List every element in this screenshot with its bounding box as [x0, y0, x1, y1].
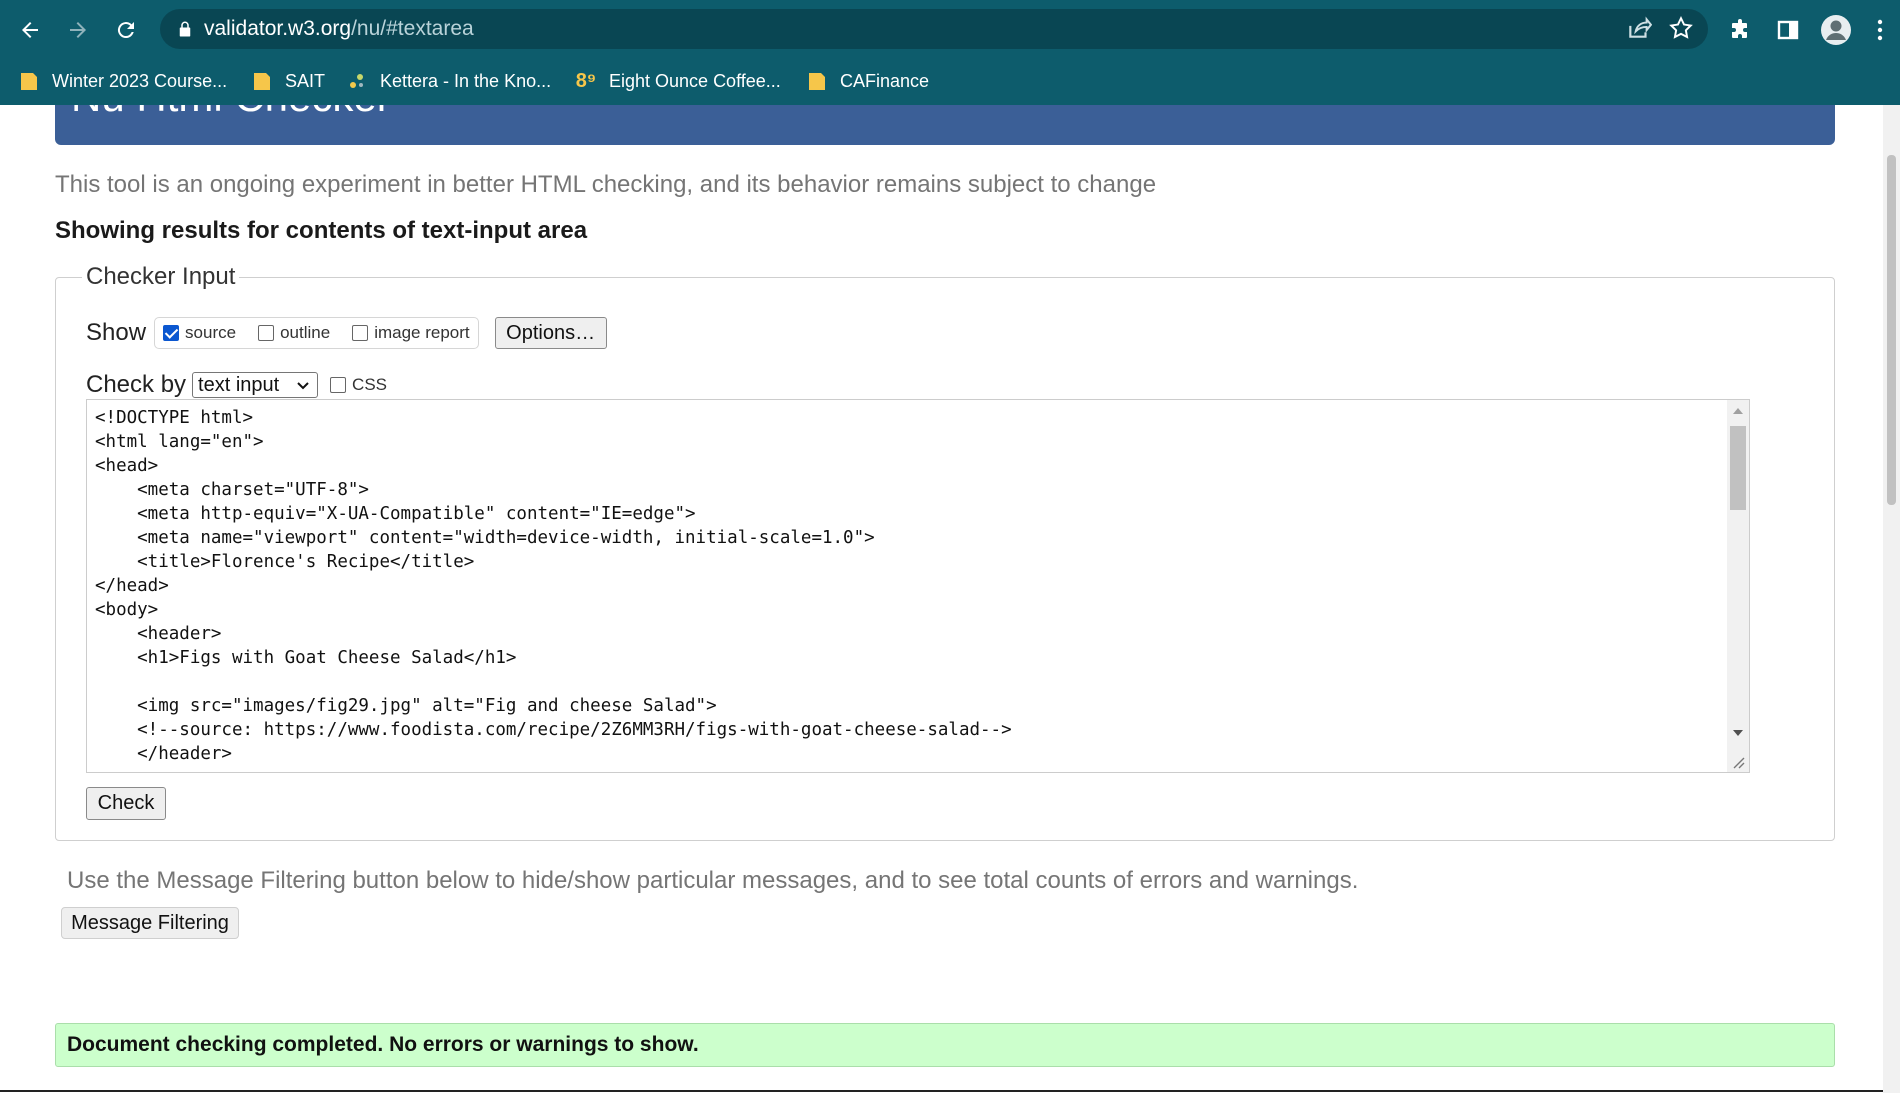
page-scroll-thumb[interactable]	[1887, 155, 1896, 505]
bookmarks-bar: Winter 2023 Course... SAIT Kettera - In …	[0, 58, 1900, 105]
reload-icon	[117, 22, 134, 39]
browser-menu-button[interactable]	[1868, 12, 1892, 48]
options-button[interactable]: Options…	[494, 317, 607, 349]
page-title: Nu Html Checker	[71, 105, 391, 121]
page-header: Nu Html Checker	[55, 105, 1835, 145]
results-heading: Showing results for contents of text-inp…	[55, 217, 588, 244]
eight-ounce-favicon: 8⁹	[575, 69, 597, 92]
textarea-scroll-thumb[interactable]	[1730, 426, 1746, 510]
side-panel-button[interactable]	[1770, 12, 1806, 48]
textarea-scrollbar[interactable]	[1727, 400, 1749, 772]
css-checkbox[interactable]	[330, 377, 347, 393]
forward-arrow-icon	[70, 22, 86, 38]
reload-button[interactable]	[108, 12, 144, 48]
tagline: This tool is an ongoing experiment in be…	[55, 171, 1157, 198]
address-bar[interactable]: validator.w3.org/nu/#textarea	[160, 9, 1708, 49]
bookmark-cafinance[interactable]: CAFinance	[806, 65, 929, 97]
back-button[interactable]	[12, 12, 48, 48]
outline-checkbox[interactable]	[258, 325, 275, 341]
check-by-value: text input	[198, 373, 280, 396]
browser-chrome: validator.w3.org/nu/#textarea Winter 202…	[0, 0, 1900, 105]
url-host: validator.w3.org	[204, 17, 352, 40]
check-button[interactable]: Check	[86, 787, 166, 820]
star-icon	[1669, 16, 1693, 39]
bottom-divider	[0, 1090, 1900, 1092]
image-report-checkbox[interactable]	[352, 325, 369, 341]
bookmark-star-button[interactable]	[1668, 15, 1694, 46]
page-viewport: Nu Html Checker This tool is an ongoing …	[0, 105, 1900, 1093]
success-message: Document checking completed. No errors o…	[55, 1023, 1835, 1067]
avatar-icon	[1821, 15, 1851, 45]
bookmark-label: Winter 2023 Course...	[52, 70, 228, 91]
checker-input-legend: Checker Input	[82, 263, 240, 291]
scroll-down-arrow-icon[interactable]	[1727, 724, 1749, 742]
message-filtering-button[interactable]: Message Filtering	[61, 907, 239, 939]
side-panel-icon	[1777, 20, 1799, 40]
folder-icon	[251, 70, 273, 92]
source-checkbox[interactable]	[163, 325, 180, 341]
bookmark-kettera[interactable]: Kettera - In the Kno...	[346, 65, 551, 97]
source-textarea[interactable]: <!DOCTYPE html> <html lang="en"> <head> …	[86, 399, 1750, 773]
scroll-up-arrow-icon[interactable]	[1727, 402, 1749, 420]
lock-icon	[179, 21, 191, 37]
check-by-row: Check by text input CSS	[86, 367, 387, 403]
puzzle-icon	[1732, 19, 1747, 38]
check-by-label: Check by	[86, 371, 187, 398]
bookmark-label: Kettera - In the Kno...	[380, 70, 552, 91]
show-label: Show	[86, 319, 147, 346]
share-button[interactable]	[1626, 15, 1653, 46]
profile-button[interactable]	[1818, 12, 1854, 48]
browser-toolbar: validator.w3.org/nu/#textarea	[0, 0, 1900, 58]
bookmark-sait[interactable]: SAIT	[251, 65, 325, 97]
more-vert-icon	[1877, 19, 1883, 41]
bookmark-label: Eight Ounce Coffee...	[609, 70, 781, 91]
back-arrow-icon	[22, 22, 38, 38]
bookmark-winter-2023[interactable]: Winter 2023 Course...	[18, 65, 227, 97]
css-label[interactable]: CSS	[352, 375, 387, 395]
show-options-group: source outline image report	[154, 317, 479, 349]
source-code[interactable]: <!DOCTYPE html> <html lang="en"> <head> …	[95, 406, 1012, 766]
bookmark-eight-ounce[interactable]: 8⁹ Eight Ounce Coffee...	[575, 65, 781, 97]
share-icon	[1629, 16, 1653, 38]
bookmark-label: SAIT	[285, 70, 326, 91]
kettera-favicon	[346, 70, 368, 92]
image-report-label[interactable]: image report	[374, 323, 469, 343]
bookmark-label: CAFinance	[840, 70, 930, 91]
check-by-select[interactable]: text input	[192, 372, 319, 398]
forward-button[interactable]	[60, 12, 96, 48]
url-text: validator.w3.org/nu/#textarea	[204, 17, 474, 41]
page-scrollbar[interactable]	[1883, 105, 1900, 1093]
message-filtering-hint: Use the Message Filtering button below t…	[67, 867, 1359, 894]
folder-icon	[806, 70, 828, 92]
chevron-down-icon	[297, 382, 309, 390]
source-label[interactable]: source	[185, 323, 236, 343]
extensions-button[interactable]	[1722, 12, 1758, 48]
show-options-row: Show source outline image report Options…	[86, 315, 607, 351]
url-path: /nu/#textarea	[351, 17, 474, 40]
resize-handle-icon[interactable]	[1730, 754, 1746, 770]
outline-label[interactable]: outline	[280, 323, 330, 343]
folder-icon	[18, 70, 40, 92]
